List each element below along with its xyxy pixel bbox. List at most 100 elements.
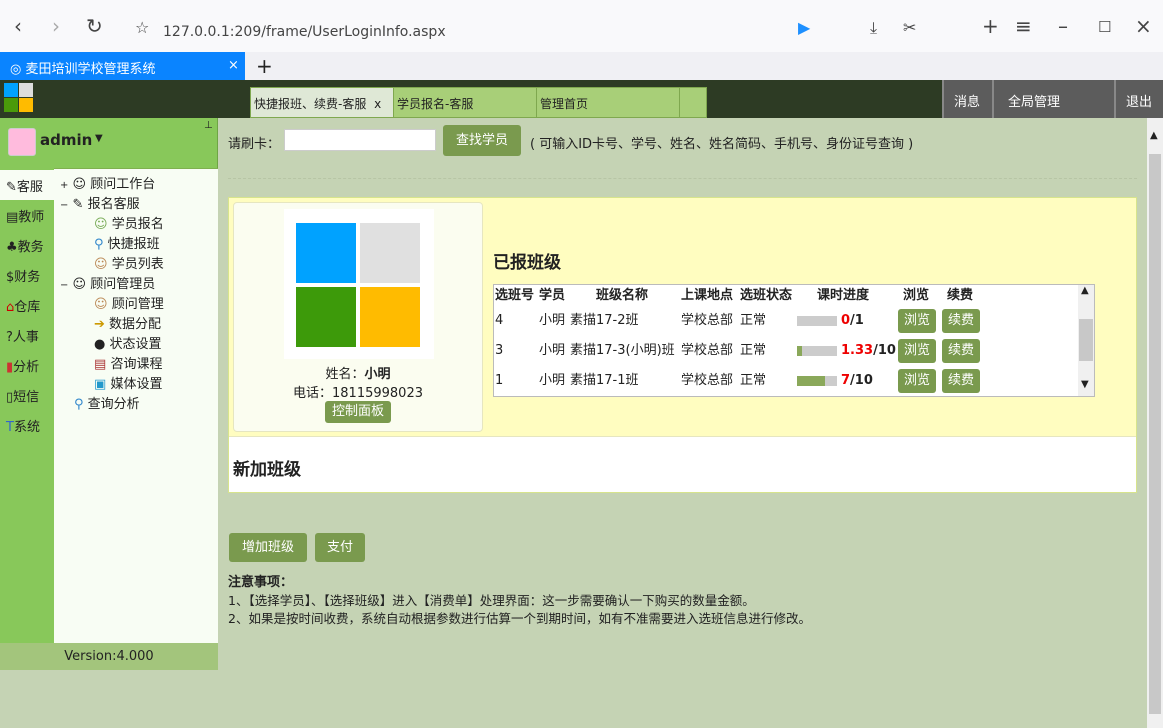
tree-item[interactable]: + ☺ 顾问工作台 (54, 169, 218, 195)
module-icon: ✎ (6, 180, 17, 195)
tree-item[interactable]: ☺ 顾问管理 (54, 295, 218, 315)
module-sms[interactable]: ▯短信 (0, 380, 54, 410)
browser-tabs: ◎ 麦田培训学校管理系统 × + (0, 52, 1163, 80)
close-window-icon[interactable]: × (1135, 14, 1152, 38)
menu-tree: + ☺ 顾问工作台 − ✎ 报名客服 ☺ 学员报名 ⚲ 快捷报班 ☺ 学员列表 … (54, 168, 218, 643)
progress-text: 0/1 (841, 313, 864, 328)
tree-item[interactable]: ▤ 咨询课程 (54, 355, 218, 375)
avatar (8, 128, 36, 156)
browse-button[interactable]: 浏览 (898, 369, 936, 393)
add-class-button[interactable]: 增加班级 (229, 533, 307, 562)
pay-button[interactable]: 支付 (315, 533, 365, 562)
users-icon: ☺ (94, 257, 108, 272)
enroll-id: 1 (495, 373, 504, 388)
tab-student-signup[interactable]: 学员报名-客服 (393, 87, 537, 118)
minimize-icon[interactable]: – (1058, 14, 1068, 38)
table-header: 选班号 学员 班级名称 上课地点 选班状态 课时进度 浏览 续费 (495, 288, 974, 303)
module-analysis[interactable]: ▮分析 (0, 350, 54, 380)
tab-quick-enroll[interactable]: 快捷报班、续费-客服 x (250, 87, 394, 118)
table-scrollbar[interactable]: ▲ ▼ (1078, 285, 1094, 396)
renew-button[interactable]: 续费 (942, 309, 980, 333)
scroll-thumb (1079, 319, 1093, 361)
tree-item[interactable]: ⚲ 快捷报班 (54, 235, 218, 255)
progress-bar (797, 316, 837, 326)
collapse-icon: − (60, 280, 69, 291)
scissors-icon[interactable]: ✂ (903, 18, 916, 37)
location-cell: 学校总部 (681, 313, 734, 328)
tree-item[interactable]: − ☺ 顾问管理员 (54, 275, 218, 295)
module-list: ✎客服 ▤教师 ♣教务 $财务 ⌂仓库 ?人事 ▮分析 ▯短信 T系统 (0, 170, 54, 440)
module-academic[interactable]: ♣教务 (0, 230, 54, 260)
star-icon[interactable]: ☆ (135, 18, 149, 37)
enrolled-title: 已报班级 (493, 253, 561, 273)
search-hint: ( 可输入ID卡号、学号、姓名、姓名简码、手机号、身份证号查询 ) (530, 137, 914, 152)
renew-button[interactable]: 续费 (942, 369, 980, 393)
download-icon[interactable]: ⤓ (870, 18, 877, 38)
chevron-down-icon[interactable]: ▼ (95, 133, 103, 144)
module-teacher[interactable]: ▤教师 (0, 200, 54, 230)
progress-bar (797, 376, 837, 386)
module-kefu[interactable]: ✎客服 (0, 170, 54, 200)
tab-home[interactable]: 管理首页 (536, 87, 680, 118)
global-admin-button[interactable]: 全局管理 (992, 80, 1114, 118)
user-name[interactable]: admin (40, 131, 92, 149)
scroll-thumb (1149, 154, 1161, 714)
logout-button[interactable]: 退出 (1114, 80, 1163, 118)
student-cell: 小明 (539, 373, 566, 388)
close-tab-icon[interactable]: × (228, 58, 239, 73)
page-scrollbar[interactable]: ▲ (1147, 118, 1163, 728)
search-icon: ⚲ (94, 237, 104, 252)
module-finance[interactable]: $财务 (0, 260, 54, 290)
tv-icon: ▣ (94, 377, 107, 392)
search-icon: ⚲ (74, 397, 84, 412)
new-class-title: 新加班级 (233, 460, 301, 480)
status-cell: 正常 (740, 313, 767, 328)
version-label: Version:4.000 (0, 643, 218, 670)
card-input[interactable] (284, 129, 436, 151)
tree-item[interactable]: ➔ 数据分配 (54, 315, 218, 335)
tree-item[interactable]: ☺ 学员报名 (54, 215, 218, 235)
back-icon[interactable]: ‹ (14, 14, 22, 38)
sidebar: admin ▼ ⊥ ✎客服 ▤教师 ♣教务 $财务 ⌂仓库 ?人事 ▮分析 ▯短… (0, 118, 218, 670)
tree-item[interactable]: ● 状态设置 (54, 335, 218, 355)
browse-button[interactable]: 浏览 (898, 309, 936, 333)
forward-icon[interactable]: › (52, 14, 60, 38)
new-tab-button[interactable]: + (256, 54, 273, 78)
browser-tab[interactable]: ◎ 麦田培训学校管理系统 × (0, 52, 245, 80)
browse-button[interactable]: 浏览 (898, 339, 936, 363)
module-hr[interactable]: ?人事 (0, 320, 54, 350)
pin-icon[interactable]: ⊥ (204, 120, 213, 131)
reload-icon[interactable]: ↻ (86, 14, 103, 38)
tree-item[interactable]: ⚲ 查询分析 (54, 395, 218, 415)
module-warehouse[interactable]: ⌂仓库 (0, 290, 54, 320)
address-bar[interactable]: 127.0.0.1:209/frame/UserLoginInfo.aspx (163, 24, 446, 40)
expand-icon: + (60, 180, 69, 191)
class-cell: 素描17-2班 (570, 313, 639, 328)
maximize-icon[interactable]: ☐ (1098, 18, 1111, 36)
renew-button[interactable]: 续费 (942, 339, 980, 363)
messages-button[interactable]: 消息 (942, 80, 992, 118)
module-icon: ♣ (6, 240, 18, 255)
arrow-icon: ➔ (94, 317, 105, 332)
student-photo (284, 209, 434, 359)
progress-text: 1.33/10 (841, 343, 896, 358)
module-system[interactable]: T系统 (0, 410, 54, 440)
menu-icon[interactable]: ≡ (1015, 14, 1032, 38)
plus-icon[interactable]: + (982, 14, 999, 38)
close-tab-icon[interactable]: x (374, 97, 381, 111)
tab-empty (679, 87, 707, 118)
app-header: 快捷报班、续费-客服 x 学员报名-客服 管理首页 消息 全局管理 退出 (0, 80, 1163, 118)
tree-item[interactable]: ▣ 媒体设置 (54, 375, 218, 395)
users-icon: ☺ (94, 297, 108, 312)
module-icon: T (6, 420, 14, 435)
table-row: 3 小明 素描17-3(小明)班 学校总部 正常 1.33/10 浏览 续费 (494, 337, 1074, 365)
control-panel-button[interactable]: 控制面板 (325, 401, 391, 423)
note-line: 1、【选择学员】、【选择班级】进入【消费单】处理界面：这一步需要确认一下购买的数… (228, 593, 755, 608)
app-logo (4, 83, 34, 113)
play-icon[interactable]: ▶ (798, 18, 810, 37)
find-student-button[interactable]: 查找学员 (443, 125, 521, 156)
progress-bar (797, 346, 837, 356)
tree-item[interactable]: − ✎ 报名客服 (54, 195, 218, 215)
tree-item[interactable]: ☺ 学员列表 (54, 255, 218, 275)
table-row: 4 小明 素描17-2班 学校总部 正常 0/1 浏览 续费 (494, 307, 1074, 335)
